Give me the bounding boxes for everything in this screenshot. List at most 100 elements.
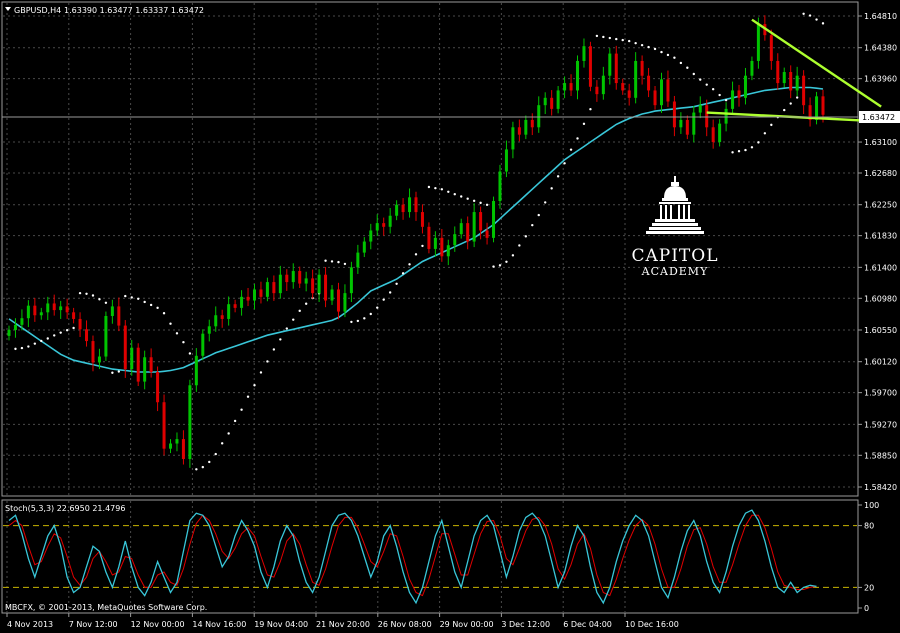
candle-body (718, 123, 722, 143)
time-tick-label: 19 Nov 04:00 (254, 620, 308, 629)
stoch-label: Stoch(5,3,3) 22.6950 21.4796 (5, 504, 125, 513)
candle-body (504, 149, 508, 172)
candle-body (731, 90, 735, 109)
candle-body (530, 119, 534, 128)
time-tick-label: 6 Dec 04:00 (563, 620, 612, 629)
sar-dot (731, 151, 734, 154)
sar-dot (188, 352, 192, 355)
sar-dot (285, 327, 288, 330)
sar-dot (440, 188, 444, 191)
candle-body (149, 357, 153, 373)
sar-dot (686, 66, 689, 69)
candle-body (85, 329, 89, 342)
candle-body (492, 201, 496, 238)
candle-body (408, 197, 412, 213)
sar-dot (647, 45, 650, 49)
sar-dot (78, 291, 82, 295)
candle-body (511, 127, 515, 150)
candle-body (556, 90, 560, 109)
candle-body (362, 241, 366, 253)
price-tick-label: 1.64810 (864, 12, 897, 21)
copyright-text: MBCFX, © 2001-2013, MetaQuotes Software … (5, 603, 207, 612)
price-tick-label: 1.61830 (864, 232, 897, 241)
sar-dot (705, 83, 708, 86)
candle-body (582, 46, 586, 61)
candle-body (214, 315, 218, 327)
candle-body (91, 341, 95, 363)
sar-dot (453, 192, 456, 196)
chart-canvas: 1.64810 1.64380 1.63960 1.63100 1.62680 1.622… (0, 0, 900, 633)
candle-body (33, 305, 37, 316)
sar-dot (569, 148, 573, 151)
candle-body (143, 357, 147, 382)
sar-dot (673, 56, 676, 59)
sar-dot (343, 262, 347, 266)
candle-body (789, 72, 793, 91)
candle-body (621, 83, 625, 91)
candle-body (802, 75, 806, 106)
sar-dot (783, 108, 786, 112)
sar-dot (214, 452, 217, 456)
sar-dot (292, 318, 295, 321)
sar-dot (511, 254, 515, 257)
price-tick-label: 1.59700 (864, 389, 897, 398)
candle-body (240, 296, 244, 308)
sar-dot (763, 132, 767, 135)
candle-body (672, 101, 676, 128)
sar-dot (279, 338, 282, 341)
sar-dot (46, 337, 49, 340)
candle-body (110, 306, 114, 316)
candle-body (162, 402, 166, 449)
candle-body (692, 112, 696, 135)
candle-body (304, 278, 308, 284)
sar-dot (259, 371, 263, 374)
sar-dot (111, 371, 114, 374)
sar-dot (162, 312, 166, 315)
sar-dot (33, 342, 37, 345)
candle-body (356, 252, 360, 268)
sar-dot (608, 36, 612, 40)
sar-dot (479, 201, 482, 205)
candle-body (298, 271, 302, 284)
candle-body (324, 274, 328, 301)
candle-body (46, 303, 50, 313)
price-tick-label: 1.58420 (864, 483, 897, 492)
sar-dot (208, 460, 211, 464)
sar-dot (298, 309, 301, 313)
candle-body (705, 105, 709, 128)
time-tick-label: 12 Nov 00:00 (131, 620, 185, 629)
price-tick-label: 1.62250 (864, 201, 897, 210)
candle-body (440, 237, 444, 257)
candle-body (698, 105, 702, 113)
sar-dot (640, 43, 644, 47)
sar-dot (550, 187, 553, 190)
sar-dot (363, 317, 366, 320)
candle-body (414, 197, 418, 213)
sar-dot (401, 272, 405, 275)
sar-dot (627, 39, 631, 43)
candle-body (601, 75, 605, 95)
sar-dot (421, 244, 424, 248)
candle-body (685, 119, 689, 135)
sar-dot (246, 395, 250, 398)
sar-dot (653, 47, 657, 51)
candle-body (227, 304, 231, 319)
candle-body (634, 60, 638, 98)
candle-body (59, 306, 63, 311)
candle-body (104, 315, 108, 357)
candle-body (311, 278, 315, 294)
sar-dot (802, 12, 805, 15)
logo-line2: ACADEMY (641, 265, 709, 278)
sar-dot (65, 328, 69, 332)
candle-body (123, 325, 127, 370)
sar-dot (563, 162, 566, 165)
candle-body (382, 223, 386, 227)
ohlc-values: 1.63390 1.63477 1.63337 1.63472 (64, 6, 204, 15)
sar-dot (53, 334, 56, 337)
sar-dot (744, 148, 747, 152)
candle-body (608, 53, 612, 76)
candle-body (375, 223, 379, 231)
sar-dot (337, 260, 340, 264)
sar-dot (175, 332, 179, 335)
candle-body (537, 105, 541, 128)
